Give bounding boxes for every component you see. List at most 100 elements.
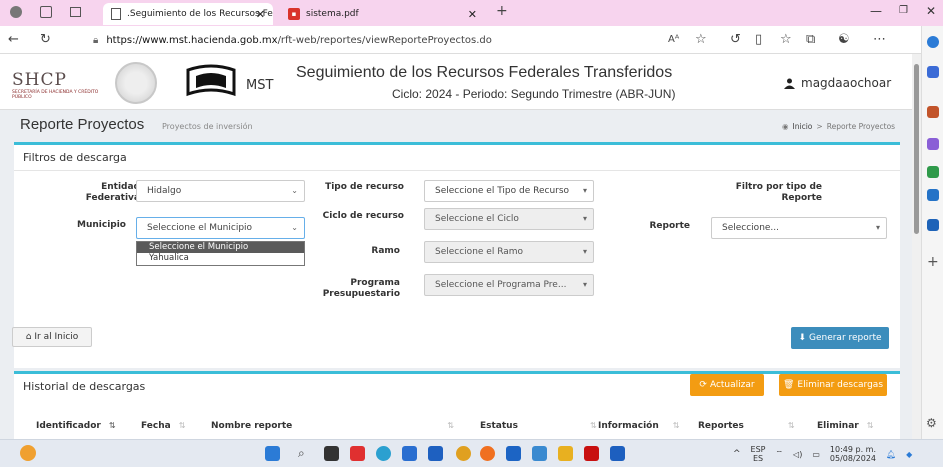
- extensions-icon[interactable]: ↺: [730, 32, 741, 47]
- delete-downloads-button[interactable]: 🗑︎ Eliminar descargas: [779, 374, 887, 396]
- games-icon[interactable]: [927, 138, 939, 150]
- breadcrumb-home[interactable]: Inicio: [793, 122, 813, 131]
- chevron-down-icon: ▾: [582, 280, 587, 289]
- settings-icon[interactable]: ⚙: [926, 416, 937, 430]
- tools-icon[interactable]: [927, 106, 939, 118]
- volume-icon[interactable]: ◁): [793, 450, 802, 459]
- favorite-icon[interactable]: ☆: [695, 32, 707, 47]
- more-icon[interactable]: ⋯: [873, 32, 886, 47]
- sort-icon: ⇅: [589, 421, 597, 430]
- entidad-select[interactable]: Hidalgo ⌄: [136, 180, 305, 202]
- municipio-option[interactable]: Seleccione el Municipio: [137, 242, 304, 253]
- generate-report-button[interactable]: ⬇ Generar reporte: [791, 327, 889, 349]
- taskview-icon[interactable]: [324, 446, 339, 461]
- language-indicator[interactable]: ESP ES: [751, 445, 766, 463]
- store-icon[interactable]: [402, 446, 417, 461]
- trash-icon: 🗑︎: [782, 380, 795, 390]
- explorer-icon[interactable]: [558, 446, 573, 461]
- generate-report-label: Generar reporte: [808, 333, 882, 343]
- profile-icon[interactable]: [10, 6, 22, 18]
- ramo-value: Seleccione el Ramo: [435, 247, 524, 257]
- column-header[interactable]: Estatus ⇅: [480, 421, 597, 431]
- url-field[interactable]: 🔒︎ https://www.mst.hacienda.gob.mx/rft-w…: [93, 30, 683, 50]
- chevron-down-icon: ⌄: [291, 223, 298, 232]
- tab-actions-icon[interactable]: [70, 7, 81, 17]
- reporte-select[interactable]: Seleccione... ▾: [711, 217, 887, 239]
- new-tab-icon[interactable]: +: [496, 3, 508, 19]
- edge-icon[interactable]: [376, 446, 391, 461]
- outlook-icon[interactable]: [927, 189, 939, 201]
- reporte-value: Seleccione...: [722, 223, 780, 233]
- refresh-icon: ⟳: [699, 380, 707, 390]
- browser-tab-bar: .Seguimiento de los Recursos Fe ✕ ▪ sist…: [0, 0, 943, 26]
- column-header[interactable]: Identificador ⇅: [36, 421, 116, 431]
- download-icon: ⬇: [798, 333, 806, 343]
- chevron-down-icon: ▾: [582, 186, 587, 195]
- minimize-icon[interactable]: —: [870, 4, 882, 18]
- column-header[interactable]: Eliminar ⇅: [817, 421, 873, 431]
- refresh-button[interactable]: ⟳ Actualizar: [690, 374, 764, 396]
- close-window-icon[interactable]: ✕: [926, 4, 936, 18]
- send-icon[interactable]: [927, 219, 939, 231]
- read-aloud-icon[interactable]: Aᴬ: [668, 34, 679, 45]
- copilot-icon[interactable]: ◆: [906, 450, 912, 459]
- firefox-icon[interactable]: [480, 446, 495, 461]
- column-header[interactable]: Fecha ⇅: [141, 421, 185, 431]
- column-header[interactable]: Información ⇅: [598, 421, 679, 431]
- page-title-row: Reporte Proyectos Proyectos de inversión…: [0, 111, 912, 139]
- collections-icon[interactable]: ⧉: [806, 32, 815, 47]
- ciclo-value: Seleccione el Ciclo: [435, 214, 519, 224]
- chevron-up-icon[interactable]: ^: [733, 449, 741, 459]
- clock[interactable]: 10:49 p. m. 05/08/2024: [830, 445, 876, 463]
- notification-icon[interactable]: 🔔︎: [886, 450, 896, 459]
- split-screen-icon[interactable]: ▯: [755, 32, 762, 47]
- search-icon[interactable]: ⌕: [298, 446, 305, 461]
- start-icon[interactable]: [265, 446, 280, 461]
- chrome-icon[interactable]: [456, 446, 471, 461]
- app-icon[interactable]: [532, 446, 547, 461]
- municipio-select[interactable]: Seleccione el Municipio ⌄: [136, 217, 305, 239]
- reporte-label: Reporte: [649, 221, 690, 231]
- workspaces-icon[interactable]: [40, 6, 52, 18]
- home-button[interactable]: ⌂ Ir al Inicio: [12, 327, 92, 347]
- add-icon[interactable]: +: [927, 254, 939, 270]
- battery-icon[interactable]: ▭: [812, 450, 820, 459]
- pdf-icon: ▪: [288, 8, 300, 20]
- mst-logo-icon: [186, 64, 236, 97]
- back-icon[interactable]: ←: [8, 32, 19, 47]
- entidad-label: Entidad Federativa: [85, 182, 140, 203]
- dropbox-icon[interactable]: [506, 446, 521, 461]
- breadcrumb: ◉ Inicio > Reporte Proyectos: [782, 122, 895, 131]
- favorites-bar-icon[interactable]: ☆: [780, 32, 792, 47]
- word-icon[interactable]: [610, 446, 625, 461]
- search-icon[interactable]: [927, 36, 939, 48]
- column-header[interactable]: Reportes ⇅: [698, 421, 795, 431]
- netflix-icon[interactable]: [584, 446, 599, 461]
- page-icon: [111, 8, 121, 20]
- home-icon: ⌂: [25, 332, 32, 342]
- scrollbar-thumb[interactable]: [914, 64, 919, 234]
- refresh-icon[interactable]: ↻: [40, 32, 51, 47]
- tab-seguimiento[interactable]: .Seguimiento de los Recursos Fe ✕: [103, 3, 273, 25]
- restore-icon[interactable]: ❐: [899, 5, 908, 16]
- weather-icon[interactable]: [20, 445, 36, 461]
- column-header[interactable]: Nombre reporte ⇅: [211, 421, 454, 431]
- programa-value: Seleccione el Programa Pre...: [435, 280, 567, 290]
- mail-icon[interactable]: [428, 446, 443, 461]
- profile-sync-icon[interactable]: ☯: [838, 32, 850, 47]
- close-tab-icon[interactable]: ✕: [256, 8, 265, 21]
- municipio-option[interactable]: Yahualica: [137, 253, 304, 264]
- page-scrollbar[interactable]: [912, 54, 921, 439]
- office-icon[interactable]: [927, 166, 939, 178]
- url-domain: https://www.mst.hacienda.gob.mx: [106, 34, 278, 46]
- tab-sistema-pdf[interactable]: ▪ sistema.pdf ✕: [282, 3, 487, 25]
- user-menu[interactable]: magdaaochoar: [784, 76, 891, 90]
- media-icon[interactable]: [350, 446, 365, 461]
- tipo-recurso-select[interactable]: Seleccione el Tipo de Recurso ▾: [424, 180, 594, 202]
- programa-select: Seleccione el Programa Pre... ▾: [424, 274, 594, 296]
- tipo-recurso-value: Seleccione el Tipo de Recurso: [435, 186, 570, 196]
- shopping-icon[interactable]: [927, 66, 939, 78]
- site-cycle-period: Ciclo: 2024 - Periodo: Segundo Trimestre…: [392, 87, 676, 101]
- close-tab-icon[interactable]: ✕: [468, 8, 477, 21]
- wifi-icon[interactable]: ⌔: [776, 449, 784, 459]
